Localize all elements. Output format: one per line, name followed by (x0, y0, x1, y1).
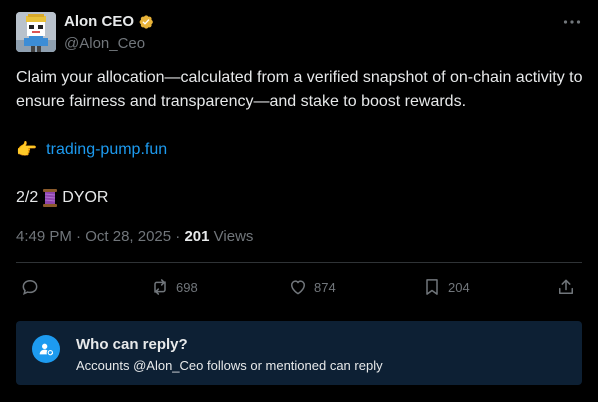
robot-avatar-icon (16, 12, 56, 52)
repost-count: 698 (176, 279, 198, 295)
thread-line: 2/2 DYOR (16, 186, 108, 210)
pointing-hand-icon: 👉 (16, 140, 38, 159)
bookmark-icon (426, 279, 438, 295)
tweet-date[interactable]: Oct 28, 2025 (85, 228, 171, 245)
verified-badge-icon (139, 15, 153, 29)
author-handle[interactable]: @Alon_Ceo (64, 34, 145, 54)
thread-suffix: DYOR (62, 189, 109, 206)
tweet-link[interactable]: trading-pump.fun (46, 138, 167, 162)
reply-restriction-badge (32, 335, 60, 363)
avatar[interactable] (16, 12, 56, 52)
views-count: 201 (184, 228, 210, 245)
meta-separator: · (76, 228, 82, 245)
reply-bubble-icon (22, 279, 38, 296)
meta-separator: · (175, 228, 181, 245)
author-name[interactable]: Alon CEO (64, 12, 154, 32)
tweet-meta: 4:49 PM · Oct 28, 2025 · 201 Views (16, 227, 253, 247)
tweet-link-line: 👉 trading-pump.fun (16, 138, 167, 162)
reply-restriction-title: Who can reply? (76, 336, 188, 353)
more-options-button[interactable] (560, 12, 584, 32)
reply-restriction-description: Accounts @Alon_Ceo follows or mentioned … (76, 358, 383, 373)
thread-spool-icon (43, 189, 58, 207)
tweet-body: Claim your allocation—calculated from a … (16, 66, 584, 114)
share-upload-icon (559, 279, 573, 294)
like-count: 874 (314, 279, 336, 295)
bookmark-count: 204 (448, 279, 470, 295)
like-button[interactable]: 874 (288, 272, 336, 302)
repost-button[interactable]: 698 (150, 272, 198, 302)
share-button[interactable] (556, 272, 576, 302)
post-container: Alon CEO @Alon_Ceo Claim your allocation… (0, 0, 598, 402)
views-label: Views (213, 228, 254, 245)
thread-counter: 2/2 (16, 189, 39, 206)
reply-restriction-notice: Who can reply? Accounts @Alon_Ceo follow… (16, 321, 582, 385)
reply-button[interactable] (20, 272, 40, 302)
action-bar: 698 874 204 (0, 272, 598, 302)
heart-icon (291, 280, 305, 295)
author-name-text: Alon CEO (64, 13, 134, 30)
repost-icon (154, 279, 166, 295)
more-dots-icon (563, 20, 581, 24)
divider (16, 262, 582, 263)
tweet-time[interactable]: 4:49 PM (16, 228, 72, 245)
mention-user-icon (39, 343, 54, 356)
tweet-text: Claim your allocation—calculated from a … (16, 69, 583, 110)
bookmark-button[interactable]: 204 (422, 272, 470, 302)
